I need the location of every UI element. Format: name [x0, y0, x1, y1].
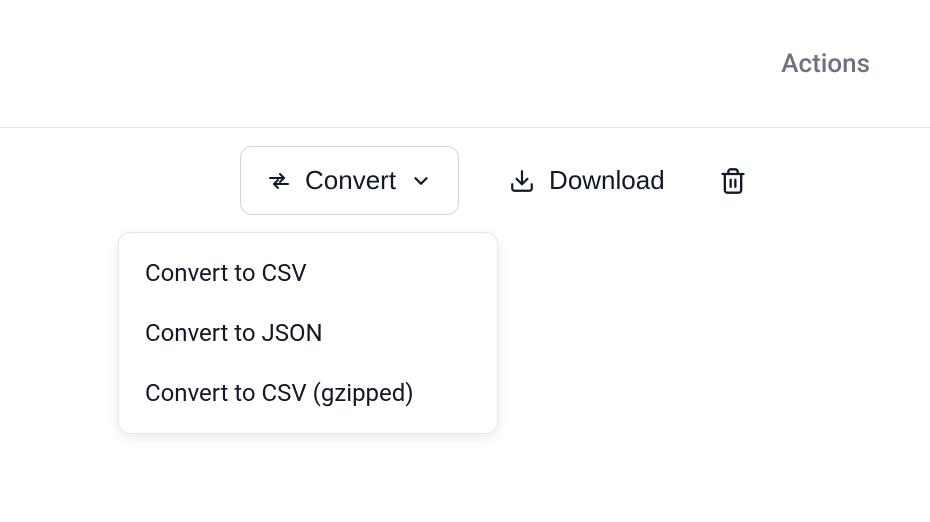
- delete-button[interactable]: [715, 163, 751, 199]
- toolbar: Convert Download: [0, 128, 930, 215]
- header: Actions: [0, 0, 930, 128]
- dropdown-item-csv-gzipped[interactable]: Convert to CSV (gzipped): [119, 363, 497, 423]
- convert-label: Convert: [305, 165, 396, 196]
- convert-button[interactable]: Convert: [240, 146, 459, 215]
- dropdown-item-json[interactable]: Convert to JSON: [119, 303, 497, 363]
- download-icon: [509, 168, 535, 194]
- swap-icon: [267, 169, 291, 193]
- download-button[interactable]: Download: [509, 165, 665, 196]
- dropdown-item-csv[interactable]: Convert to CSV: [119, 243, 497, 303]
- trash-icon: [719, 167, 747, 195]
- page-title: Actions: [781, 49, 870, 79]
- convert-dropdown: Convert to CSV Convert to JSON Convert t…: [118, 232, 498, 434]
- chevron-down-icon: [410, 170, 432, 192]
- download-label: Download: [549, 165, 665, 196]
